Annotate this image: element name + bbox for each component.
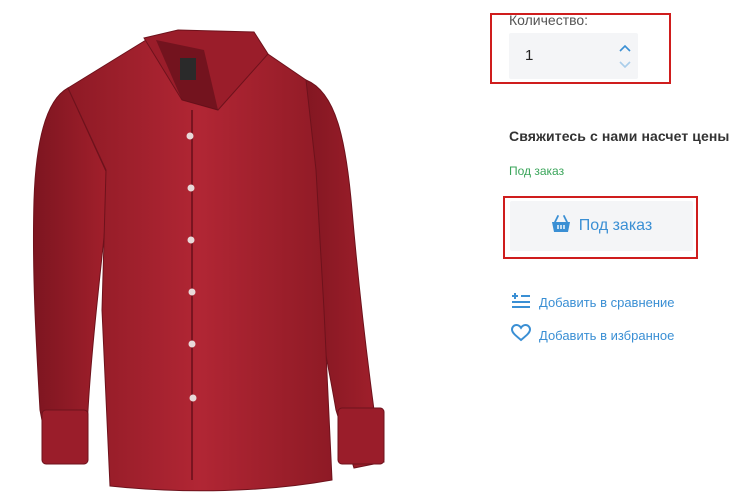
add-to-compare-link[interactable]: Добавить в сравнение: [511, 291, 675, 314]
price-notice: Свяжитесь с нами насчет цены: [509, 128, 730, 144]
add-to-favorites-link[interactable]: Добавить в избранное: [510, 323, 675, 347]
heart-icon: [510, 323, 532, 347]
product-image[interactable]: [6, 10, 476, 498]
compare-list-icon: [511, 291, 531, 314]
add-to-compare-label: Добавить в сравнение: [539, 295, 675, 310]
availability-status: Под заказ: [509, 164, 565, 178]
shirt-illustration: [32, 29, 385, 492]
add-to-favorites-label: Добавить в избранное: [539, 328, 675, 343]
order-highlight-frame: [503, 196, 698, 259]
quantity-highlight-frame: [490, 13, 671, 84]
